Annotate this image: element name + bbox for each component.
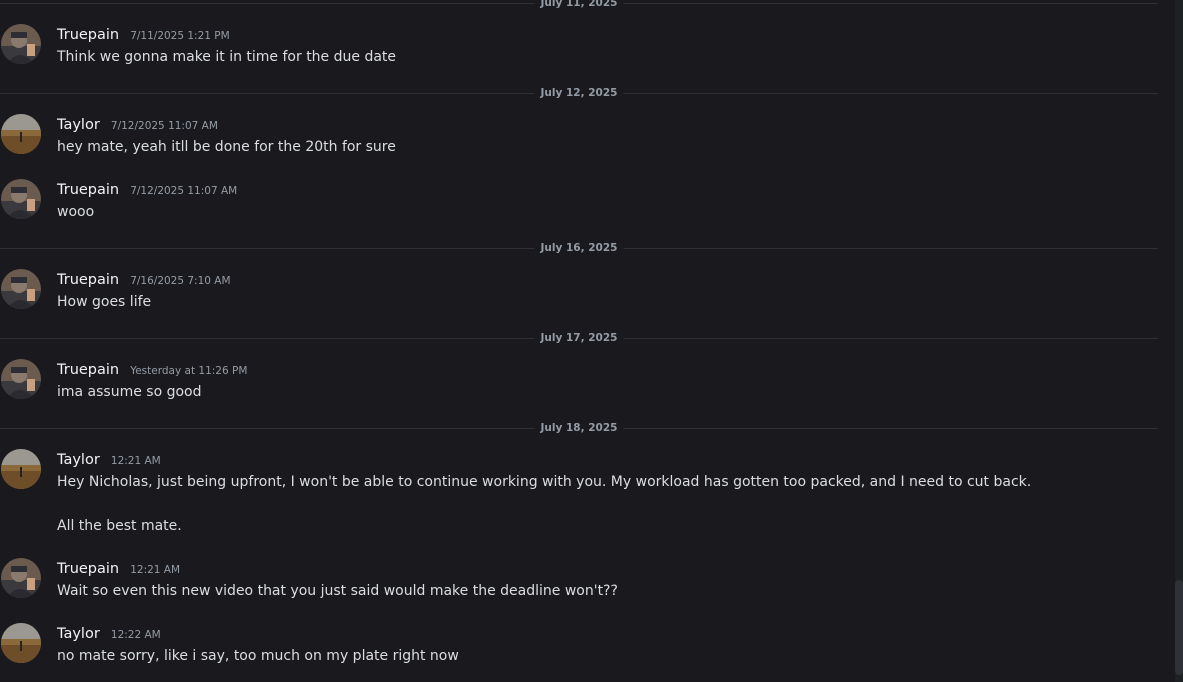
message-timestamp[interactable]: 7/11/2025 1:21 PM — [130, 30, 229, 42]
date-divider-label: July 18, 2025 — [534, 422, 624, 434]
scrollbar-track[interactable] — [1175, 0, 1183, 682]
message-text: hey mate, yeah itll be done for the 20th… — [57, 136, 396, 158]
avatar-taylor[interactable] — [1, 623, 41, 663]
message-header: Truepain Yesterday at 11:26 PM — [57, 359, 247, 379]
date-divider-label: July 11, 2025 — [534, 0, 624, 9]
message[interactable]: Truepain Yesterday at 11:26 PM ima assum… — [0, 359, 1150, 403]
message-text: ima assume so good — [57, 381, 202, 403]
message-text: How goes life — [57, 291, 151, 313]
message-header: Truepain 7/16/2025 7:10 AM — [57, 269, 231, 289]
message-timestamp[interactable]: 7/12/2025 11:07 AM — [111, 120, 218, 132]
message-paragraph: hey mate, yeah itll be done for the 20th… — [57, 139, 396, 155]
message-paragraph: Wait so even this new video that you jus… — [57, 583, 618, 599]
message[interactable]: Taylor 7/12/2025 11:07 AM hey mate, yeah… — [0, 114, 1150, 158]
message[interactable]: Truepain 7/11/2025 1:21 PM Think we gonn… — [0, 24, 1150, 68]
message-header: Truepain 7/11/2025 1:21 PM — [57, 24, 230, 44]
avatar-truepain[interactable] — [1, 179, 41, 219]
avatar-truepain[interactable] — [1, 359, 41, 399]
message-paragraph: Think we gonna make it in time for the d… — [57, 49, 397, 65]
message-timestamp[interactable]: 12:21 AM — [111, 455, 161, 467]
message-paragraph: wooo — [57, 204, 95, 220]
message-paragraph: ima assume so good — [57, 384, 202, 400]
date-divider: July 17, 2025 — [0, 332, 1158, 344]
date-divider-label: July 17, 2025 — [534, 332, 624, 344]
message-timestamp[interactable]: 7/16/2025 7:10 AM — [130, 275, 230, 287]
message-timestamp[interactable]: Yesterday at 11:26 PM — [130, 365, 247, 377]
message[interactable]: Taylor 12:21 AM Hey Nicholas, just being… — [0, 449, 1150, 539]
message-text: Wait so even this new video that you jus… — [57, 580, 618, 602]
date-divider-label: July 16, 2025 — [534, 242, 624, 254]
message-timestamp[interactable]: 12:21 AM — [130, 564, 180, 576]
avatar-taylor[interactable] — [1, 449, 41, 489]
message[interactable]: Truepain 12:21 AM Wait so even this new … — [0, 558, 1150, 602]
avatar-truepain[interactable] — [1, 558, 41, 598]
avatar-truepain[interactable] — [1, 24, 41, 64]
message[interactable]: Taylor 12:22 AM no mate sorry, like i sa… — [0, 623, 1150, 667]
chat-message-list[interactable]: July 11, 2025 Truepain 7/11/2025 1:21 PM… — [0, 0, 1183, 682]
message-author[interactable]: Taylor — [57, 626, 100, 642]
message-text: Think we gonna make it in time for the d… — [57, 46, 396, 68]
message-paragraph: How goes life — [57, 294, 152, 310]
avatar-truepain[interactable] — [1, 269, 41, 309]
message-header: Truepain 12:21 AM — [57, 558, 180, 578]
message-paragraph: All the best mate. — [57, 518, 182, 534]
message-author[interactable]: Taylor — [57, 452, 100, 468]
scrollbar-thumb[interactable] — [1175, 580, 1183, 675]
message[interactable]: Truepain 7/12/2025 11:07 AM wooo — [0, 179, 1150, 223]
message-paragraph: no mate sorry, like i say, too much on m… — [57, 648, 459, 664]
message-author[interactable]: Truepain — [57, 362, 119, 378]
message[interactable]: Truepain 7/16/2025 7:10 AM How goes life — [0, 269, 1150, 313]
message-author[interactable]: Truepain — [57, 561, 119, 577]
date-divider: July 18, 2025 — [0, 422, 1158, 434]
message-text: wooo — [57, 201, 94, 223]
date-divider: July 12, 2025 — [0, 87, 1158, 99]
message-paragraph: Hey Nicholas, just being upfront, I won'… — [57, 474, 1032, 490]
date-divider-label: July 12, 2025 — [534, 87, 624, 99]
date-divider: July 16, 2025 — [0, 242, 1158, 254]
message-author[interactable]: Taylor — [57, 117, 100, 133]
message-author[interactable]: Truepain — [57, 27, 119, 43]
message-text: Hey Nicholas, just being upfront, I won'… — [57, 471, 1031, 537]
message-timestamp[interactable]: 12:22 AM — [111, 629, 161, 641]
message-header: Truepain 7/12/2025 11:07 AM — [57, 179, 237, 199]
message-author[interactable]: Truepain — [57, 182, 119, 198]
message-text: no mate sorry, like i say, too much on m… — [57, 645, 459, 667]
avatar-taylor[interactable] — [1, 114, 41, 154]
message-header: Taylor 12:21 AM — [57, 449, 161, 469]
date-divider: July 11, 2025 — [0, 0, 1158, 9]
message-timestamp[interactable]: 7/12/2025 11:07 AM — [130, 185, 237, 197]
message-author[interactable]: Truepain — [57, 272, 119, 288]
message-header: Taylor 7/12/2025 11:07 AM — [57, 114, 218, 134]
message-header: Taylor 12:22 AM — [57, 623, 161, 643]
